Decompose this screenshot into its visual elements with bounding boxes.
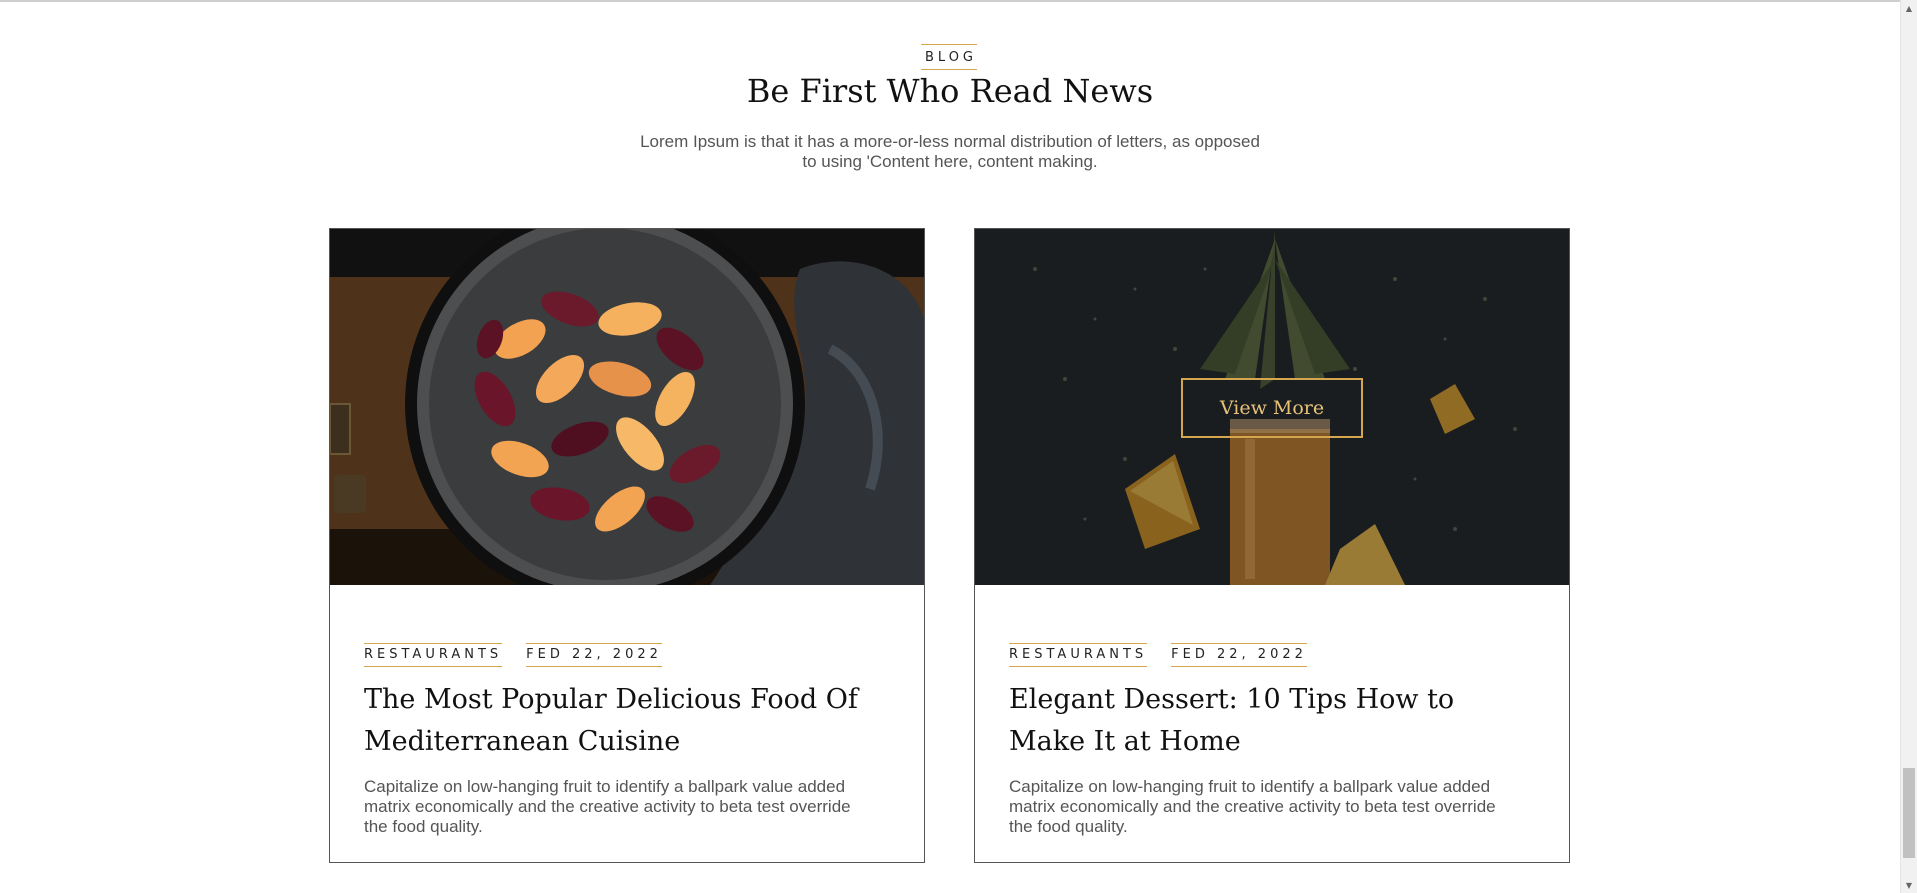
post-date: FED 22, 2022	[1171, 643, 1307, 667]
scroll-up-icon[interactable]: ▲	[1901, 0, 1917, 16]
post-excerpt: Capitalize on low-hanging fruit to ident…	[1009, 777, 1496, 836]
scroll-down-icon[interactable]: ▼	[1901, 877, 1917, 893]
scroll-thumb[interactable]	[1903, 768, 1915, 858]
post-image-pineapple[interactable]: View More	[975, 229, 1569, 585]
post-category[interactable]: RESTAURANTS	[1009, 643, 1148, 667]
post-title[interactable]: Elegant Dessert: 10 Tips How to Make It …	[1009, 679, 1529, 763]
blog-card: RESTAURANTS FED 22, 2022 The Most Popula…	[329, 228, 925, 863]
post-category[interactable]: RESTAURANTS	[364, 643, 503, 667]
plums-image	[330, 229, 924, 585]
section-eyebrow: BLOG	[921, 44, 977, 70]
page-scrollbar[interactable]: ▲ ▼	[1900, 0, 1917, 893]
section-title: Be First Who Read News	[746, 72, 1154, 110]
post-body: RESTAURANTS FED 22, 2022 Elegant Dessert…	[1009, 643, 1539, 837]
post-meta: RESTAURANTS FED 22, 2022	[1009, 643, 1539, 667]
post-meta: RESTAURANTS FED 22, 2022	[364, 643, 894, 667]
post-body: RESTAURANTS FED 22, 2022 The Most Popula…	[364, 643, 894, 837]
blog-card: View More RESTAURANTS FED 22, 2022 Elega…	[974, 228, 1570, 863]
section-subtitle: Lorem Ipsum is that it has a more-or-les…	[640, 132, 1260, 171]
post-image-plums[interactable]	[330, 229, 924, 585]
view-more-button[interactable]: View More	[1181, 378, 1363, 438]
post-title[interactable]: The Most Popular Delicious Food Of Medit…	[364, 679, 884, 763]
top-border	[0, 0, 1900, 2]
post-excerpt: Capitalize on low-hanging fruit to ident…	[364, 777, 851, 836]
post-date: FED 22, 2022	[526, 643, 662, 667]
